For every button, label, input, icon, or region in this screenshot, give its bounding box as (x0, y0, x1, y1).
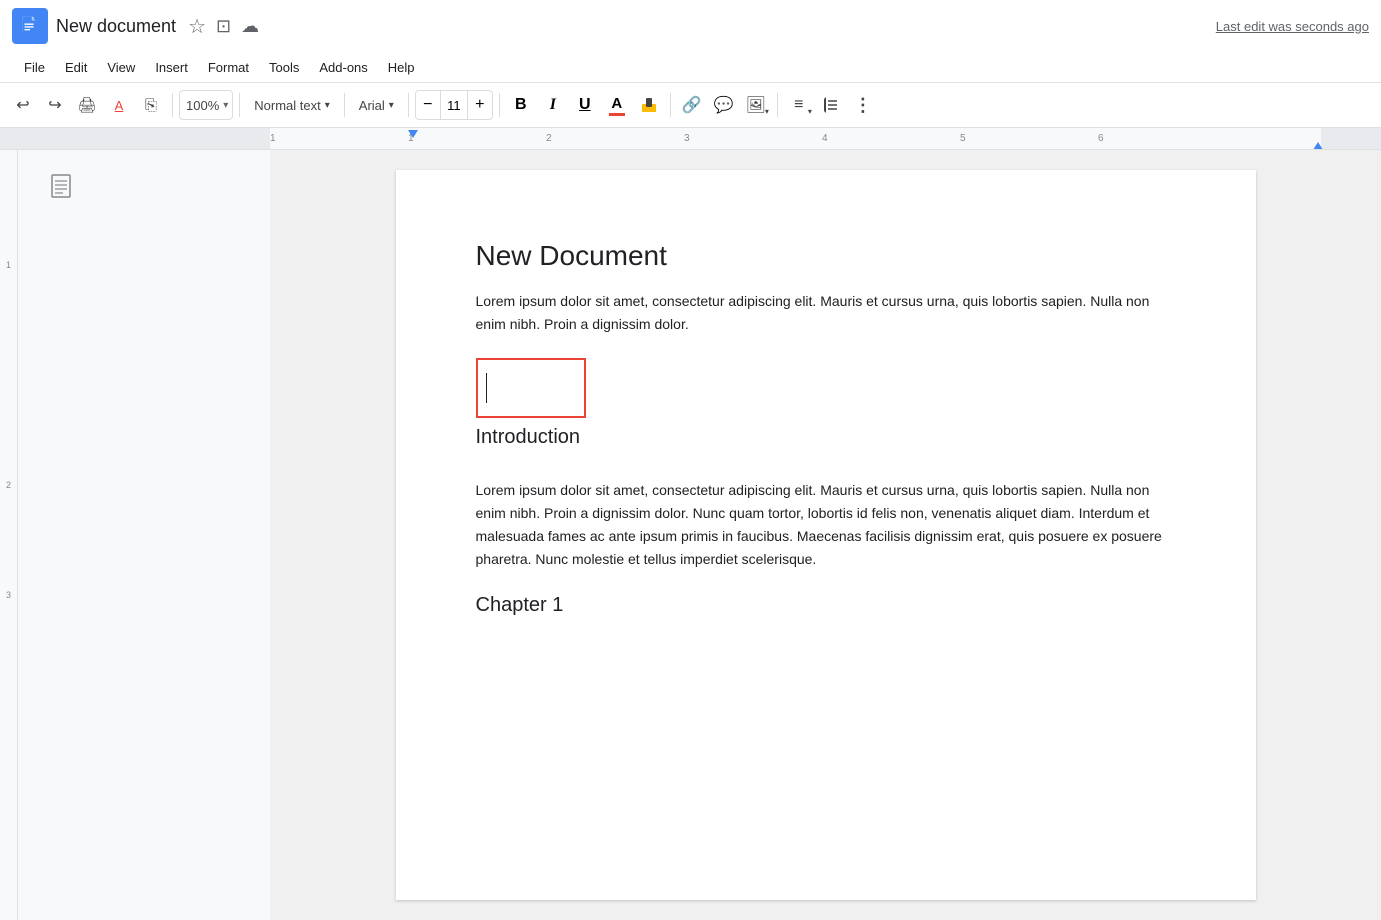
text-color-indicator (609, 113, 625, 116)
document-heading[interactable]: New Document (476, 240, 1176, 272)
highlight-icon (640, 96, 658, 114)
left-sidebar: 1 2 3 (0, 150, 270, 920)
underline-button[interactable]: U (570, 90, 600, 120)
toolbar-divider-7 (777, 93, 778, 117)
zoom-value: 100% (184, 98, 221, 113)
menu-edit[interactable]: Edit (57, 56, 95, 79)
menu-file[interactable]: File (16, 56, 53, 79)
toolbar-divider-1 (172, 93, 173, 117)
line-spacing-icon (822, 96, 840, 114)
print-button[interactable]: 🖨 (72, 90, 102, 120)
document-title: New document (56, 16, 176, 37)
highlight-button[interactable] (634, 90, 664, 120)
italic-button[interactable]: I (538, 90, 568, 120)
text-color-icon: A (611, 95, 622, 112)
spellcheck-button[interactable]: A (104, 90, 134, 120)
cloud-save-icon[interactable]: ☁ (241, 16, 259, 37)
font-size-control: − 11 + (415, 90, 493, 120)
body-paragraph-2[interactable]: Lorem ipsum dolor sit amet, consectetur … (476, 479, 1176, 571)
style-dropdown-arrow: ▾ (325, 100, 330, 111)
toolbar: ↩ ↪ 🖨 A ⎘ 100% ▾ Normal text ▾ Arial ▾ −… (0, 82, 1381, 128)
chapter-heading[interactable]: Chapter 1 (476, 594, 1176, 617)
document-page: New Document Lorem ipsum dolor sit amet,… (396, 170, 1256, 900)
menu-tools[interactable]: Tools (261, 56, 307, 79)
font-dropdown[interactable]: Arial ▾ (351, 90, 402, 120)
menu-addons[interactable]: Add-ons (311, 56, 375, 79)
paint-format-button[interactable]: ⎘ (136, 90, 166, 120)
text-cursor (486, 373, 487, 403)
font-size-decrease-button[interactable]: − (416, 91, 440, 119)
menu-view[interactable]: View (99, 56, 143, 79)
align-button[interactable]: ≡ ▾ (784, 90, 814, 120)
app-icon (12, 8, 48, 44)
redo-button[interactable]: ↪ (40, 90, 70, 120)
font-size-value[interactable]: 11 (440, 91, 468, 119)
toolbar-divider-4 (408, 93, 409, 117)
undo-button[interactable]: ↩ (8, 90, 38, 120)
body-paragraph-1[interactable]: Lorem ipsum dolor sit amet, consectetur … (476, 290, 1176, 336)
style-dropdown-label: Normal text (254, 98, 320, 113)
main-area: 1 2 3 New Document Lorem ipsum dolor sit… (0, 150, 1381, 920)
menu-insert[interactable]: Insert (147, 56, 196, 79)
comment-button[interactable]: 💬 (709, 90, 739, 120)
bold-button[interactable]: B (506, 90, 536, 120)
toolbar-divider-6 (670, 93, 671, 117)
drive-icon[interactable]: ⊡ (216, 16, 231, 37)
intro-heading[interactable]: Introduction (476, 426, 1176, 449)
empty-line (476, 465, 1176, 479)
outline-icon (50, 174, 76, 205)
toolbar-divider-2 (239, 93, 240, 117)
font-size-increase-button[interactable]: + (468, 91, 492, 119)
font-dropdown-arrow: ▾ (389, 100, 394, 111)
zoom-dropdown-arrow: ▾ (223, 100, 228, 111)
line-spacing-button[interactable] (816, 90, 846, 120)
font-dropdown-label: Arial (359, 98, 385, 113)
menu-help[interactable]: Help (380, 56, 423, 79)
title-bar: New document ☆ ⊡ ☁ Last edit was seconds… (0, 0, 1381, 52)
more-options-button[interactable]: ⋮ (848, 90, 878, 120)
style-dropdown[interactable]: Normal text ▾ (246, 90, 338, 120)
page-area[interactable]: New Document Lorem ipsum dolor sit amet,… (270, 150, 1381, 920)
toolbar-divider-3 (344, 93, 345, 117)
menu-bar: File Edit View Insert Format Tools Add-o… (0, 52, 1381, 82)
text-color-button[interactable]: A (602, 90, 632, 120)
zoom-control[interactable]: 100% ▾ (179, 90, 233, 120)
link-button[interactable]: 🔗 (677, 90, 707, 120)
vertical-ruler: 1 2 3 (0, 150, 18, 920)
star-icon[interactable]: ☆ (188, 14, 206, 39)
last-edit-label: Last edit was seconds ago (1216, 19, 1369, 34)
toolbar-divider-5 (499, 93, 500, 117)
title-icons: ☆ ⊡ ☁ (188, 14, 259, 39)
menu-format[interactable]: Format (200, 56, 257, 79)
ruler: 1 1 2 3 4 5 6 (0, 128, 1381, 150)
selection-box[interactable] (476, 358, 586, 418)
image-button[interactable]: 🖼 ▾ (741, 90, 771, 120)
